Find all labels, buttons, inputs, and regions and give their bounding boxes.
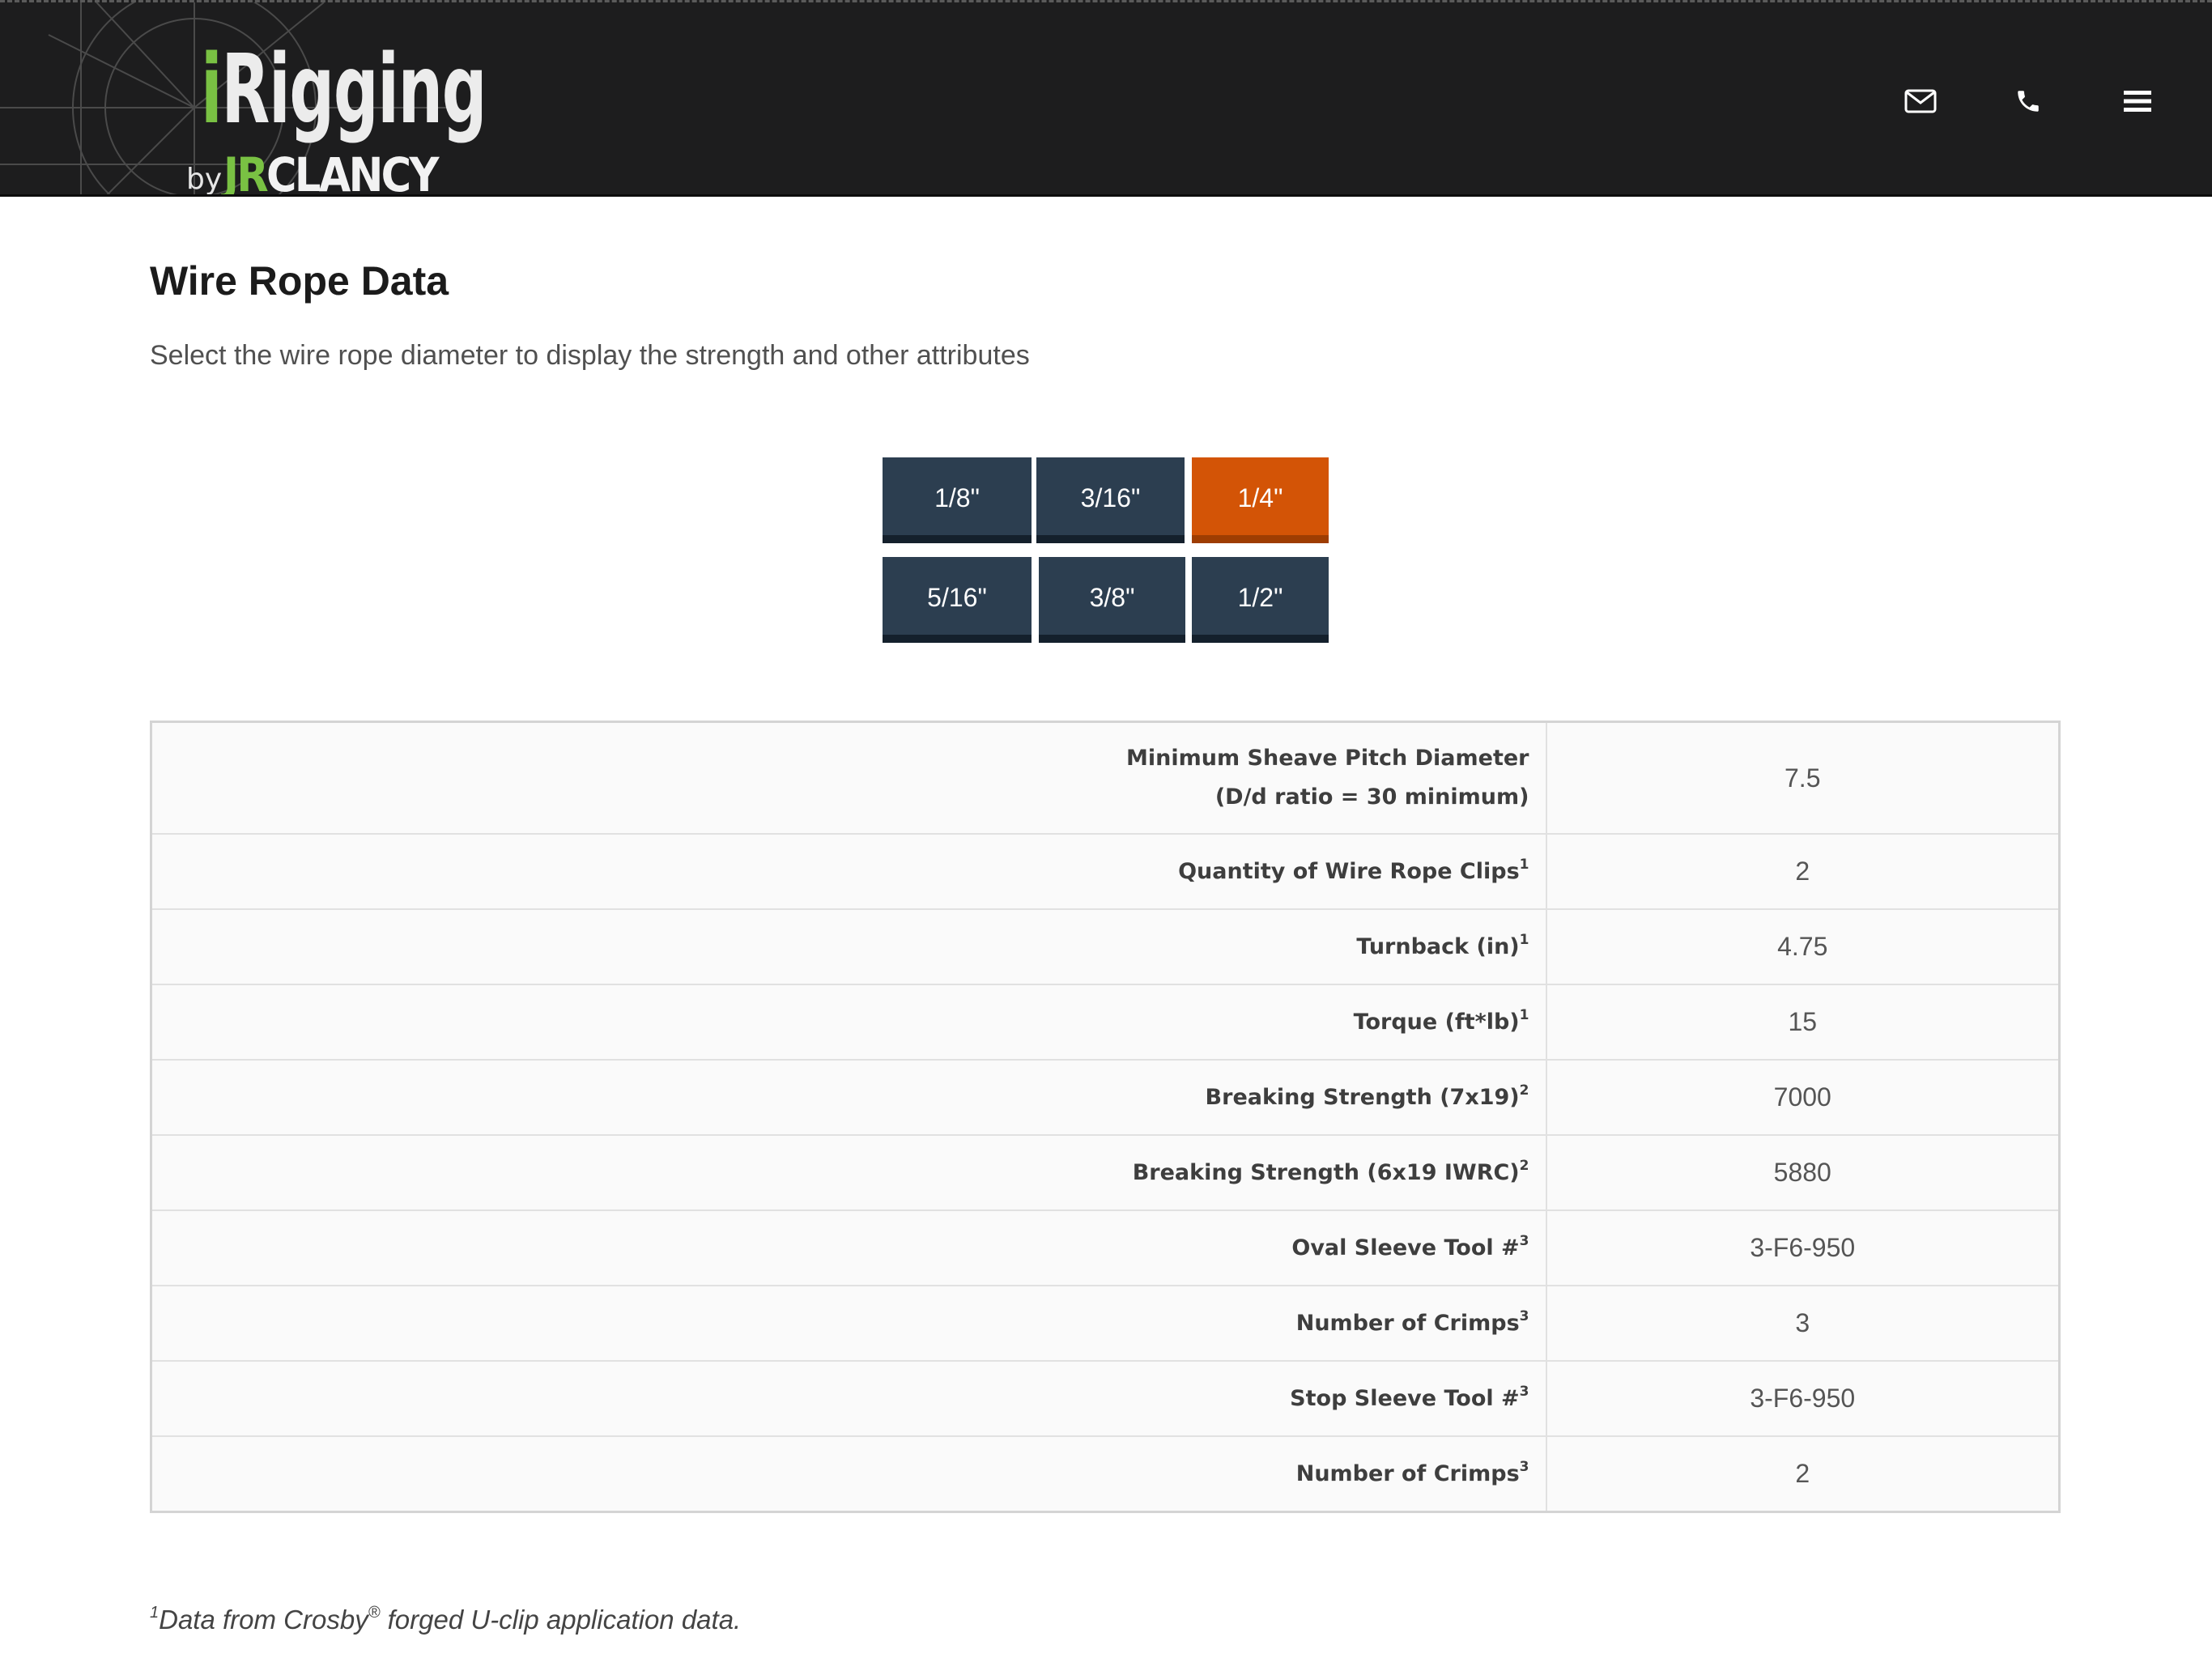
footnote-ref: 1 bbox=[1519, 856, 1529, 873]
table-row: Number of Crimps3 3 bbox=[151, 1285, 2060, 1361]
row-label: Oval Sleeve Tool #3 bbox=[151, 1209, 1547, 1286]
row-label-text: Breaking Strength (7x19) bbox=[1205, 1084, 1520, 1110]
footnote-1: 1Data from Crosby® forged U-clip applica… bbox=[150, 1605, 741, 1635]
row-label-text: Number of Crimps bbox=[1295, 1460, 1520, 1486]
row-value: 4.75 bbox=[1546, 908, 2060, 984]
row-label-text: Turnback (in) bbox=[1356, 933, 1520, 959]
row-value: 2 bbox=[1546, 1435, 2060, 1512]
footnote-marker: 1 bbox=[150, 1604, 160, 1622]
diameter-button-1-8[interactable]: 1/8" bbox=[883, 457, 1032, 543]
diameter-button-3-8[interactable]: 3/8" bbox=[1039, 557, 1185, 643]
logo-brand-jr: JR bbox=[223, 147, 269, 194]
diameter-button-1-4[interactable]: 1/4" bbox=[1192, 457, 1329, 543]
row-label: Breaking Strength (6x19 IWRC)2 bbox=[151, 1134, 1547, 1210]
diameter-button-5-16[interactable]: 5/16" bbox=[883, 557, 1032, 643]
row-value: 3 bbox=[1546, 1285, 2060, 1361]
wire-rope-data-table: Minimum Sheave Pitch Diameter (D/d ratio… bbox=[150, 721, 2061, 1513]
row-label-line2: (D/d ratio = 30 minimum) bbox=[1214, 784, 1529, 810]
logo-wordmark-i: i bbox=[201, 33, 223, 145]
footnote-ref: 2 bbox=[1519, 1157, 1529, 1174]
footnote-ref: 2 bbox=[1519, 1082, 1529, 1099]
row-label-text: Breaking Strength (6x19 IWRC) bbox=[1132, 1159, 1520, 1185]
diameter-button-3-16[interactable]: 3/16" bbox=[1036, 457, 1185, 543]
table-row: Turnback (in)1 4.75 bbox=[151, 908, 2060, 984]
row-label: Stop Sleeve Tool #3 bbox=[151, 1360, 1547, 1436]
row-label: Minimum Sheave Pitch Diameter (D/d ratio… bbox=[151, 721, 1547, 834]
table-row: Breaking Strength (6x19 IWRC)2 5880 bbox=[151, 1134, 2060, 1210]
table-row: Torque (ft*lb)1 15 bbox=[151, 984, 2060, 1060]
footnote-ref: 1 bbox=[1519, 1006, 1529, 1023]
row-label-line1: Minimum Sheave Pitch Diameter bbox=[1126, 746, 1529, 771]
table-row: Oval Sleeve Tool #3 3-F6-950 bbox=[151, 1209, 2060, 1286]
footnote-ref: 1 bbox=[1519, 931, 1529, 948]
registered-mark: ® bbox=[368, 1604, 381, 1622]
phone-icon[interactable] bbox=[2004, 77, 2052, 125]
row-value: 3-F6-950 bbox=[1546, 1360, 2060, 1436]
row-label: Breaking Strength (7x19)2 bbox=[151, 1059, 1547, 1135]
footnote-ref: 3 bbox=[1519, 1458, 1529, 1475]
header-divider bbox=[0, 194, 2212, 197]
footnote-text-after: forged U-clip application data. bbox=[380, 1605, 742, 1635]
row-label: Quantity of Wire Rope Clips1 bbox=[151, 833, 1547, 909]
row-value: 5880 bbox=[1546, 1134, 2060, 1210]
logo-wordmark-rest: Rigging bbox=[221, 33, 487, 145]
site-header: iRigging by JRCLANCY bbox=[0, 0, 2212, 194]
row-label: Turnback (in)1 bbox=[151, 908, 1547, 984]
row-label-text: Oval Sleeve Tool # bbox=[1291, 1235, 1520, 1261]
row-value: 2 bbox=[1546, 833, 2060, 909]
envelope-icon[interactable] bbox=[1896, 77, 1945, 125]
table-row: Quantity of Wire Rope Clips1 2 bbox=[151, 833, 2060, 909]
row-label-text: Stop Sleeve Tool # bbox=[1290, 1385, 1520, 1411]
footnote-text-before: Data from Crosby bbox=[159, 1605, 368, 1635]
row-value: 3-F6-950 bbox=[1546, 1209, 2060, 1286]
page-title: Wire Rope Data bbox=[150, 258, 449, 304]
row-label: Torque (ft*lb)1 bbox=[151, 984, 1547, 1060]
row-label: Number of Crimps3 bbox=[151, 1285, 1547, 1361]
page-subtitle: Select the wire rope diameter to display… bbox=[150, 340, 1030, 371]
row-label: Number of Crimps3 bbox=[151, 1435, 1547, 1512]
hamburger-menu-icon[interactable] bbox=[2113, 77, 2162, 125]
row-label-text: Torque (ft*lb) bbox=[1353, 1009, 1520, 1035]
footnote-ref: 3 bbox=[1519, 1232, 1529, 1249]
logo-wordmark: iRigging bbox=[201, 41, 487, 137]
table-row: Minimum Sheave Pitch Diameter (D/d ratio… bbox=[151, 721, 2060, 834]
table-row: Breaking Strength (7x19)2 7000 bbox=[151, 1059, 2060, 1135]
logo-brand: JRCLANCY bbox=[223, 151, 439, 194]
table-row: Stop Sleeve Tool #3 3-F6-950 bbox=[151, 1360, 2060, 1436]
logo-brand-name: CLANCY bbox=[266, 147, 439, 194]
row-value: 7000 bbox=[1546, 1059, 2060, 1135]
logo-by-text: by bbox=[186, 163, 223, 194]
row-label-text: Number of Crimps bbox=[1295, 1310, 1520, 1336]
diameter-button-1-2[interactable]: 1/2" bbox=[1192, 557, 1329, 643]
table-row: Number of Crimps3 2 bbox=[151, 1435, 2060, 1512]
footnote-ref: 3 bbox=[1519, 1307, 1529, 1324]
row-value: 7.5 bbox=[1784, 763, 1821, 793]
row-label-text: Quantity of Wire Rope Clips bbox=[1178, 858, 1520, 884]
footnote-ref: 3 bbox=[1519, 1383, 1529, 1400]
row-value: 15 bbox=[1546, 984, 2060, 1060]
